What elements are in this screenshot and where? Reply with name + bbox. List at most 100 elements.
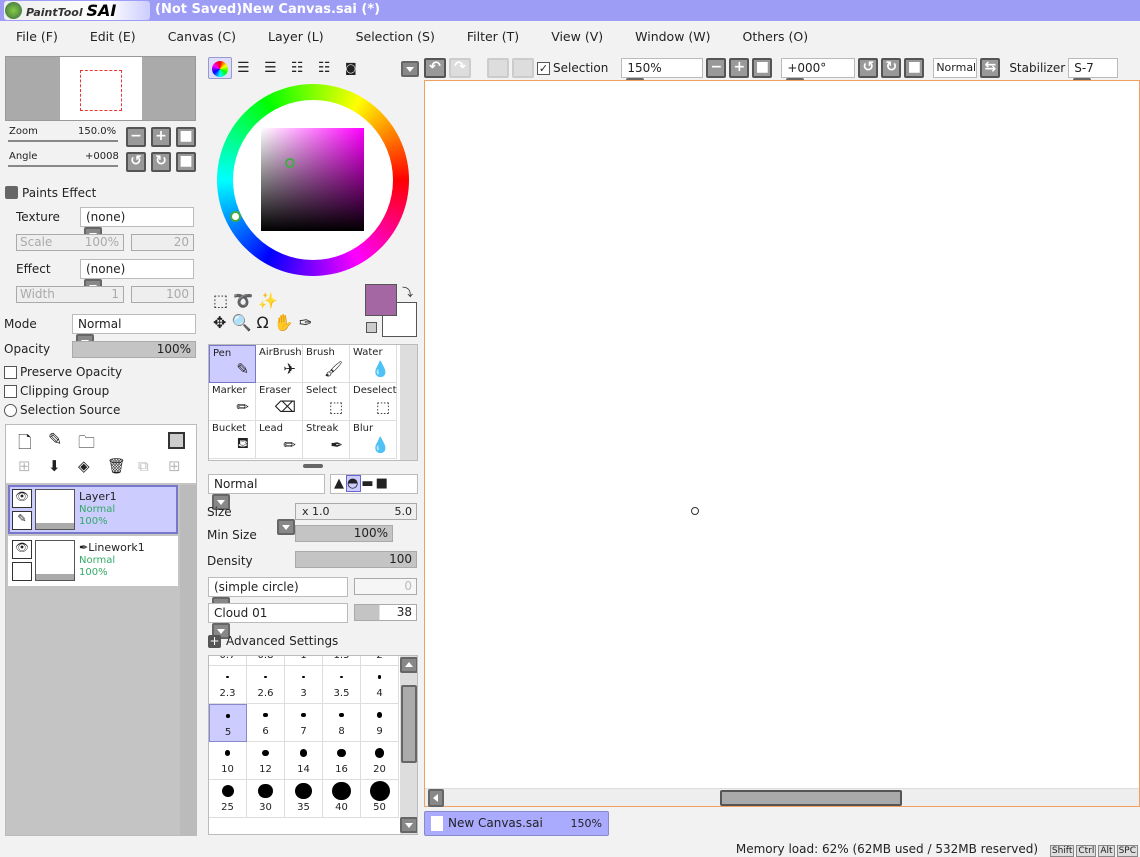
merge-down-icon[interactable]: ⬇ xyxy=(48,457,61,475)
rotate-right-button[interactable]: ↻ xyxy=(151,152,171,172)
zoom-out-button[interactable]: − xyxy=(126,127,146,147)
menu-filter[interactable]: Filter (T) xyxy=(451,24,535,50)
panel-menu-button[interactable] xyxy=(401,61,419,77)
move-icon[interactable]: ✥ xyxy=(213,313,226,332)
toolbar-rotate-right-button[interactable]: ↻ xyxy=(881,58,902,78)
tool-airbrush[interactable]: AirBrush ✈ xyxy=(256,345,303,383)
scroll-down-icon[interactable] xyxy=(400,817,417,833)
hsv-slider-tab[interactable]: ☰ xyxy=(264,60,277,76)
menu-layer[interactable]: Layer (L) xyxy=(252,24,340,50)
brush-size-cell[interactable]: 20 xyxy=(361,742,399,780)
transparent-color-icon[interactable] xyxy=(366,322,377,333)
sv-picker[interactable] xyxy=(285,158,295,168)
brush-shape-selector[interactable]: ▲◓▬■ xyxy=(330,474,418,494)
hue-ring[interactable] xyxy=(217,84,409,276)
rotate-left-button[interactable]: ↺ xyxy=(126,152,146,172)
tool-eraser[interactable]: Eraser ⌫ xyxy=(256,383,303,421)
menu-selection[interactable]: Selection (S) xyxy=(340,24,451,50)
preserve-opacity-checkbox[interactable]: Preserve Opacity xyxy=(4,365,122,379)
toolbar-rotate-left-button[interactable]: ↺ xyxy=(858,58,879,78)
brush-size-cell[interactable]: 12 xyxy=(247,742,285,780)
sharp-shape-icon[interactable]: ▲ xyxy=(334,476,346,491)
brush-size-cell[interactable]: 14 xyxy=(285,742,323,780)
texture-strength[interactable]: 38 xyxy=(354,604,417,621)
eye-icon[interactable]: 👁 xyxy=(12,489,32,508)
toolbar-zoom-in-button[interactable]: + xyxy=(729,58,750,78)
layer-mode-select[interactable]: Normal xyxy=(72,314,196,350)
primary-color[interactable] xyxy=(365,284,397,316)
delete-layer-icon[interactable]: 🗑 xyxy=(107,457,126,475)
square-shape-icon[interactable]: ■ xyxy=(376,476,390,491)
angle-slider[interactable] xyxy=(8,165,118,167)
mixer-tab[interactable]: ◙ xyxy=(345,61,357,75)
layer-row[interactable]: 👁 ✎ Layer1 Normal 100% xyxy=(8,485,178,534)
scroll-left-icon[interactable] xyxy=(428,789,444,807)
undo-button[interactable]: ↶ xyxy=(424,58,446,78)
horizontal-scrollbar-thumb[interactable] xyxy=(720,790,902,806)
stabilizer-select[interactable]: S-7 xyxy=(1068,58,1119,94)
new-layer-icon[interactable]: 🗋 xyxy=(18,430,32,459)
rotate-reset-button[interactable]: ■ xyxy=(176,152,196,172)
eye-icon[interactable]: 👁 xyxy=(12,540,32,559)
brush-size-cell[interactable]: 6 xyxy=(247,704,285,742)
brush-size-cell[interactable]: 8 xyxy=(323,704,361,742)
clipping-group-checkbox[interactable]: Clipping Group xyxy=(4,384,109,398)
brush-size-cell[interactable]: 30 xyxy=(247,780,285,818)
tool-water[interactable]: Water 💧 xyxy=(350,345,397,383)
mask-icon[interactable] xyxy=(168,432,185,449)
brush-size-cell[interactable]: 10 xyxy=(209,742,247,780)
round-shape-icon[interactable]: ◓ xyxy=(346,475,362,492)
shape-strength[interactable]: 0 xyxy=(354,578,417,595)
brush-size-cell[interactable]: 0.8 xyxy=(247,656,285,666)
zoom-slider[interactable] xyxy=(8,140,118,142)
horizontal-scrollbar[interactable] xyxy=(425,788,1139,807)
tool-pen[interactable]: Pen ✎ xyxy=(209,345,256,383)
flat-shape-icon[interactable]: ▬ xyxy=(361,476,375,491)
brush-size-cell[interactable]: 2 xyxy=(361,656,399,666)
zoom-in-button[interactable]: + xyxy=(151,127,171,147)
menu-canvas[interactable]: Canvas (C) xyxy=(152,24,252,50)
zoom-icon[interactable]: 🔍 xyxy=(232,313,252,332)
opacity-slider[interactable]: 100% xyxy=(72,341,196,358)
hue-picker[interactable] xyxy=(230,211,241,222)
hand-icon[interactable]: ✋ xyxy=(274,313,294,332)
brush-size-cell[interactable]: 3 xyxy=(285,666,323,704)
size-multiplier-dropdown[interactable] xyxy=(277,519,295,535)
brush-size-cell[interactable]: 2.6 xyxy=(247,666,285,704)
selection-source-radio[interactable]: Selection Source xyxy=(4,403,120,417)
resize-handle[interactable] xyxy=(303,464,323,468)
density-slider[interactable]: 100 xyxy=(295,551,417,568)
brush-size-cell[interactable]: 5 xyxy=(209,704,247,742)
saturation-value-square[interactable] xyxy=(261,128,364,231)
brush-size-cell[interactable]: 50 xyxy=(361,780,399,818)
brush-size-cell[interactable]: 9 xyxy=(361,704,399,742)
scrollbar-thumb[interactable] xyxy=(401,685,417,763)
brush-size-cell[interactable]: 7 xyxy=(285,704,323,742)
menu-window[interactable]: Window (W) xyxy=(619,24,726,50)
layer-row[interactable]: 👁 ✒Linework1 Normal 100% xyxy=(8,536,178,586)
effect-select[interactable]: (none) xyxy=(80,259,194,295)
lasso-icon[interactable]: ➰ xyxy=(233,291,253,310)
brush-blend-select[interactable]: Normal xyxy=(208,474,325,510)
color-wheel-tab[interactable] xyxy=(208,57,232,79)
brush-size-cell[interactable]: 3.5 xyxy=(323,666,361,704)
magic-wand-icon[interactable]: ✨ xyxy=(258,291,278,310)
view-mode-button[interactable]: Normal xyxy=(933,58,978,78)
zoom-select[interactable]: 150% xyxy=(621,58,704,94)
angle-select[interactable]: +000° xyxy=(781,58,856,94)
rotate-icon[interactable]: Ω xyxy=(257,313,269,332)
scratchpad-tab[interactable]: ☷ xyxy=(318,60,331,76)
width-slider[interactable]: Width 1 xyxy=(16,286,124,303)
toolbar-zoom-out-button[interactable]: − xyxy=(706,58,727,78)
brush-shape-select[interactable]: (simple circle) xyxy=(208,577,348,613)
menu-edit[interactable]: Edit (E) xyxy=(74,24,152,50)
brush-size-cell[interactable]: 4 xyxy=(361,666,399,704)
brush-size-cell[interactable]: 16 xyxy=(323,742,361,780)
width-number[interactable]: 100 xyxy=(131,286,194,303)
scroll-up-icon[interactable] xyxy=(400,657,417,673)
brush-size-cell[interactable]: 1.5 xyxy=(323,656,361,666)
advanced-settings-toggle[interactable]: Advanced Settings xyxy=(226,634,338,648)
brush-texture-select[interactable]: Cloud 01 xyxy=(208,603,348,639)
tool-blur[interactable]: Blur 💧 xyxy=(350,421,397,459)
scale-slider[interactable]: Scale 100% xyxy=(16,234,124,251)
